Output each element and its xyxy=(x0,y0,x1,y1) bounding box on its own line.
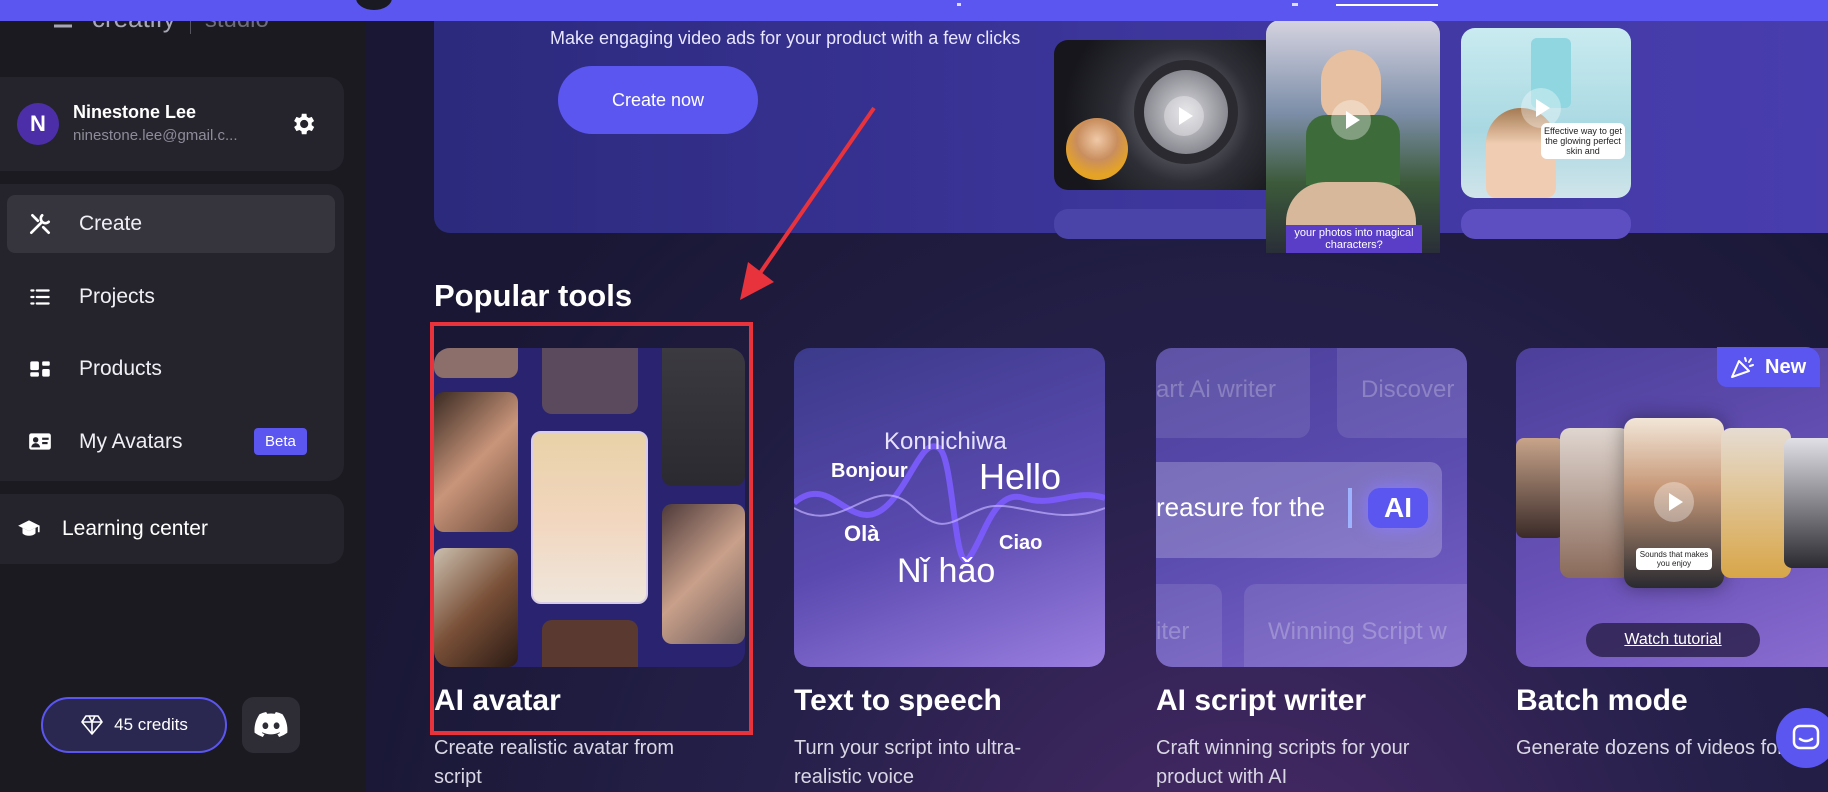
play-icon xyxy=(1654,482,1694,522)
tts-word: Nǐ hǎo xyxy=(897,552,996,590)
script-snippet: Winning Script w xyxy=(1244,584,1467,667)
video-thumbnail-skincare[interactable]: Effective way to get the glowing perfect… xyxy=(1461,28,1631,198)
avatar[interactable]: N xyxy=(17,103,59,145)
create-now-button[interactable]: Create now xyxy=(558,66,758,134)
learning-center-label: Learning center xyxy=(62,517,208,540)
announcement-text-fragment xyxy=(957,3,961,6)
tool-name[interactable]: Text to speech xyxy=(794,684,1002,718)
video-card xyxy=(1516,438,1564,538)
video-thumbnail-fantasy[interactable]: your photos into magical characters? xyxy=(1266,20,1440,253)
list-icon xyxy=(30,289,50,305)
portrait-tile xyxy=(662,504,745,644)
play-icon xyxy=(1331,100,1371,140)
tool-name[interactable]: AI avatar xyxy=(434,684,561,718)
nav-item-create[interactable]: Create xyxy=(7,195,335,253)
sidebar-footer: 45 credits xyxy=(0,676,366,772)
portrait-tile xyxy=(434,548,518,667)
banner-subtitle: Make engaging video ads for your product… xyxy=(550,28,1021,48)
video-card xyxy=(1560,428,1630,578)
video-card-featured: Sounds that makes you enjoy xyxy=(1624,418,1724,588)
nav-item-label: Products xyxy=(79,357,162,380)
user-name: Ninestone Lee xyxy=(73,102,197,122)
beta-badge: Beta xyxy=(254,428,307,455)
new-badge: New xyxy=(1717,347,1821,387)
play-icon xyxy=(1164,96,1204,136)
tool-description: Craft winning scripts for your product w… xyxy=(1156,737,1410,788)
credits-label: 45 credits xyxy=(114,715,188,734)
tool-name[interactable]: Batch mode xyxy=(1516,684,1688,718)
credits-button[interactable]: 45 credits xyxy=(41,697,227,753)
sidebar: creatify studio N Ninestone Lee nineston… xyxy=(0,0,366,792)
video-caption: Effective way to get the glowing perfect… xyxy=(1541,123,1625,159)
new-badge-label: New xyxy=(1765,355,1807,378)
presenter-avatar xyxy=(1066,118,1128,180)
portrait-tile-featured xyxy=(531,431,648,604)
gear-icon[interactable] xyxy=(289,110,317,138)
nav-item-label: Projects xyxy=(79,285,155,308)
portrait-tile xyxy=(542,348,638,414)
announcement-bar xyxy=(0,0,1828,21)
products-icon xyxy=(30,361,50,377)
diamond-icon xyxy=(81,715,103,735)
portrait-tile xyxy=(434,392,518,532)
text-to-speech-thumbnail[interactable]: Konnichiwa Bonjour Hello Olà Ciao Nǐ hǎo xyxy=(794,348,1105,667)
tts-word: Bonjour xyxy=(831,460,908,482)
portrait-tile xyxy=(662,348,745,486)
announcement-text-fragment xyxy=(1292,3,1298,6)
nav-item-label: My Avatars xyxy=(79,430,183,453)
user-card: N Ninestone Lee ninestone.lee@gmail.c... xyxy=(0,77,344,171)
script-snippet: iter xyxy=(1156,584,1222,667)
video-caption: your photos into magical characters? xyxy=(1286,225,1422,253)
support-chat-button[interactable] xyxy=(1776,708,1828,768)
discord-button[interactable] xyxy=(242,697,300,753)
discord-icon xyxy=(254,712,288,737)
video-card xyxy=(1721,428,1791,578)
portrait-tile xyxy=(542,620,638,667)
url-to-video-banner: URL-to-video ad maker Make engaging vide… xyxy=(434,0,1828,253)
tool-description: Create realistic avatar from script xyxy=(434,737,675,788)
chat-icon xyxy=(1792,724,1820,750)
learning-center-link[interactable]: Learning center xyxy=(0,494,344,564)
script-snippet: reasure for the xyxy=(1156,492,1326,522)
soundwave-graphic xyxy=(794,443,1105,564)
video-thumbnail[interactable] xyxy=(1461,209,1631,239)
script-editor-row: reasure for the AI xyxy=(1156,462,1442,558)
nav-item-projects[interactable]: Projects xyxy=(7,268,335,326)
main-nav: Create Projects Products My Avatars Beta xyxy=(0,184,344,481)
section-title: Popular tools xyxy=(434,278,633,313)
announcement-icon xyxy=(356,0,392,10)
portrait-tile xyxy=(434,348,518,378)
tts-word: Olà xyxy=(844,521,880,546)
tool-description: Turn your script into ultra-realistic vo… xyxy=(794,737,1022,788)
tts-word: Konnichiwa xyxy=(884,428,1007,455)
nav-item-my-avatars[interactable]: My Avatars Beta xyxy=(7,413,335,471)
ai-avatar-thumbnail[interactable] xyxy=(434,348,745,667)
nav-item-products[interactable]: Products xyxy=(7,340,335,398)
tools-icon xyxy=(29,213,51,235)
script-snippet: art Ai writer xyxy=(1156,348,1310,438)
script-snippet: Discover xyxy=(1337,348,1467,438)
avatar-card-icon xyxy=(29,433,51,450)
user-email: ninestone.lee@gmail.c... xyxy=(73,127,238,144)
tts-word: Ciao xyxy=(999,532,1043,554)
tool-name[interactable]: AI script writer xyxy=(1156,684,1366,718)
nav-item-label: Create xyxy=(79,212,143,235)
text-cursor-icon xyxy=(1348,488,1352,528)
watch-tutorial-button[interactable]: Watch tutorial xyxy=(1586,623,1760,657)
tts-word: Hello xyxy=(979,456,1062,497)
ai-script-writer-thumbnail[interactable]: art Ai writer Discover reasure for the A… xyxy=(1156,348,1467,667)
graduation-cap-icon xyxy=(18,520,40,536)
batch-mode-thumbnail[interactable]: Sounds that makes you enjoy xyxy=(1516,348,1828,667)
video-caption: Sounds that makes you enjoy xyxy=(1636,548,1712,570)
party-popper-icon xyxy=(1731,357,1754,378)
video-card xyxy=(1784,438,1828,568)
announcement-link[interactable] xyxy=(1336,4,1438,6)
main-content: URL-to-video ad maker Make engaging vide… xyxy=(366,0,1828,792)
ai-badge: AI xyxy=(1368,488,1428,528)
play-icon xyxy=(1521,88,1561,128)
